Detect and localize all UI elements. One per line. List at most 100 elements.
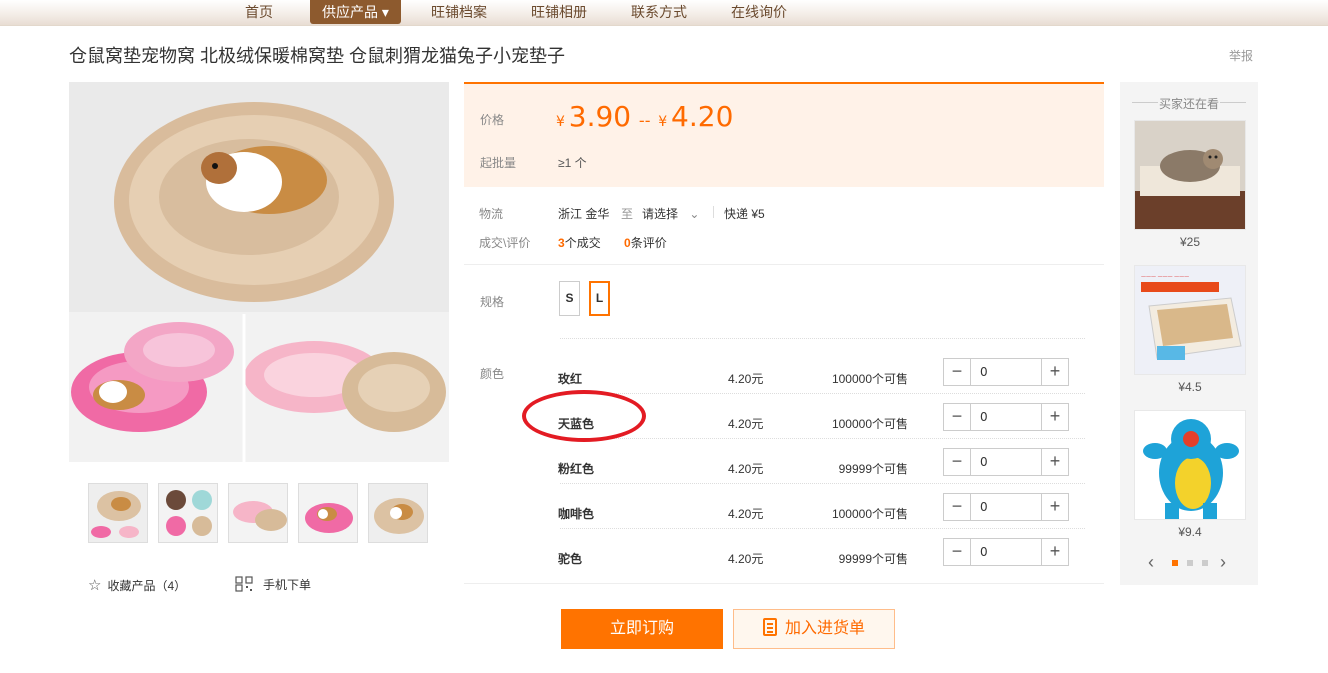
- quantity-input[interactable]: [972, 539, 1042, 565]
- carousel-dot-1[interactable]: [1172, 560, 1178, 566]
- svg-text:——— ——— ———: ——— ——— ———: [1141, 274, 1189, 280]
- quantity-stepper[interactable]: − +: [943, 538, 1069, 566]
- item-price: ¥25: [1179, 235, 1201, 249]
- quantity-input[interactable]: [972, 494, 1042, 520]
- divider: [560, 528, 1085, 529]
- sidebar-carousel: ‹ ›: [1120, 552, 1258, 572]
- minus-button[interactable]: −: [944, 359, 971, 385]
- color-price: 4.20元: [728, 417, 764, 431]
- thumbnail-5[interactable]: [368, 483, 428, 543]
- deal-count[interactable]: 3个成交: [558, 234, 601, 251]
- nav-album[interactable]: 旺铺相册: [531, 0, 587, 24]
- color-stock: 100000个可售: [831, 417, 908, 431]
- quantity-input[interactable]: [972, 404, 1042, 430]
- carousel-dot-3[interactable]: [1202, 560, 1208, 566]
- quantity-stepper[interactable]: − +: [943, 493, 1069, 521]
- qr-code-icon: [235, 576, 253, 595]
- quantity-input[interactable]: [972, 449, 1042, 475]
- thumbnail-4[interactable]: [298, 483, 358, 543]
- shipping-fee: 快递 ¥5: [724, 207, 765, 221]
- nav-inquiry[interactable]: 在线询价: [731, 0, 787, 24]
- divider: [560, 483, 1085, 484]
- spec-option-s[interactable]: S: [559, 281, 580, 316]
- price-range: ¥ 3.90 -- ¥ 4.20: [556, 100, 734, 133]
- product-title: 仓鼠窝垫宠物窝 北极绒保暖棉窝垫 仓鼠刺猬龙猫兔子小宠垫子: [69, 46, 565, 66]
- plus-button[interactable]: +: [1041, 494, 1068, 520]
- chevron-right-icon[interactable]: ›: [1220, 552, 1226, 573]
- carousel-dot-2[interactable]: [1187, 560, 1193, 566]
- product-thumbnail[interactable]: [1134, 410, 1246, 520]
- deals-label: 成交\评价: [479, 236, 531, 250]
- mobile-order[interactable]: 手机下单: [235, 576, 311, 595]
- color-name: 粉红色: [558, 462, 595, 476]
- spec-label: 规格: [480, 295, 505, 309]
- color-price: 4.20元: [728, 372, 764, 386]
- product-thumbnail[interactable]: [1134, 120, 1246, 230]
- minus-button[interactable]: −: [944, 539, 971, 565]
- add-to-cart-button[interactable]: 加入进货单: [733, 609, 895, 649]
- divider: [464, 264, 1104, 265]
- logistics-label: 物流: [479, 207, 504, 221]
- logistics-to: 至: [621, 207, 634, 221]
- divider: [560, 393, 1085, 394]
- also-viewed-item-2[interactable]: ——— ——— ——— ¥4.5: [1134, 265, 1246, 394]
- color-name: 玫红: [558, 372, 583, 386]
- sidebar-title: 买家还在看: [1120, 95, 1258, 112]
- favorite-product[interactable]: ☆ 收藏产品（4）: [88, 576, 186, 594]
- also-viewed-item-3[interactable]: ¥9.4: [1134, 410, 1246, 539]
- quantity-stepper[interactable]: − +: [943, 358, 1069, 386]
- report-link[interactable]: 举报: [1229, 47, 1253, 64]
- minus-button[interactable]: −: [944, 494, 971, 520]
- item-price: ¥4.5: [1178, 380, 1202, 394]
- price-panel: [464, 82, 1104, 187]
- thumbnail-1[interactable]: [88, 483, 148, 543]
- color-row-camel: 驼色 4.20元 99999个可售 − +: [558, 538, 1070, 583]
- plus-button[interactable]: +: [1041, 539, 1068, 565]
- main-product-image[interactable]: [69, 82, 449, 462]
- price-label: 价格: [480, 113, 505, 127]
- color-row-rose: 玫红 4.20元 100000个可售 − +: [558, 358, 1070, 403]
- thumbnail-3[interactable]: [228, 483, 288, 543]
- divider: [713, 206, 714, 218]
- buy-now-button[interactable]: 立即订购: [561, 609, 723, 649]
- thumbnail-2[interactable]: [158, 483, 218, 543]
- nav-contact[interactable]: 联系方式: [631, 0, 687, 24]
- price-high: 4.20: [671, 100, 734, 133]
- annotation-circle: [522, 390, 646, 442]
- quantity-stepper[interactable]: − +: [943, 448, 1069, 476]
- color-stock: 99999个可售: [838, 462, 908, 476]
- color-name: 咖啡色: [558, 507, 595, 521]
- color-name: 驼色: [558, 552, 583, 566]
- color-stock: 100000个可售: [831, 372, 908, 386]
- quantity-input[interactable]: [972, 359, 1042, 385]
- color-stock: 99999个可售: [838, 552, 908, 566]
- also-viewed-item-1[interactable]: ¥25: [1134, 120, 1246, 249]
- color-price: 4.20元: [728, 462, 764, 476]
- plus-button[interactable]: +: [1041, 404, 1068, 430]
- quantity-stepper[interactable]: − +: [943, 403, 1069, 431]
- minus-button[interactable]: −: [944, 449, 971, 475]
- clipboard-icon: [762, 618, 777, 636]
- chevron-left-icon[interactable]: ‹: [1148, 552, 1154, 573]
- plus-button[interactable]: +: [1041, 359, 1068, 385]
- logistics-origin: 浙江 金华: [558, 207, 610, 221]
- top-navigation: 首页 供应产品 ▾ 旺铺档案 旺铺相册 联系方式 在线询价: [0, 0, 1328, 26]
- minus-button[interactable]: −: [944, 404, 971, 430]
- moq-value: ≥1 个: [558, 156, 587, 170]
- color-price: 4.20元: [728, 552, 764, 566]
- nav-products[interactable]: 供应产品 ▾: [310, 0, 401, 24]
- item-price: ¥9.4: [1178, 525, 1202, 539]
- destination-select[interactable]: 请选择 ⌄: [642, 205, 699, 222]
- color-row-coffee: 咖啡色 4.20元 100000个可售 − +: [558, 493, 1070, 538]
- moq-label: 起批量: [480, 156, 517, 170]
- spec-option-l[interactable]: L: [589, 281, 610, 316]
- product-thumbnail[interactable]: ——— ——— ———: [1134, 265, 1246, 375]
- color-row-pink: 粉红色 4.20元 99999个可售 − +: [558, 448, 1070, 493]
- price-low: 3.90: [568, 100, 632, 133]
- nav-archive[interactable]: 旺铺档案: [431, 0, 487, 24]
- plus-button[interactable]: +: [1041, 449, 1068, 475]
- divider: [560, 338, 1085, 339]
- nav-home[interactable]: 首页: [245, 0, 273, 24]
- review-count[interactable]: 0条评价: [624, 234, 667, 251]
- divider: [464, 583, 1104, 584]
